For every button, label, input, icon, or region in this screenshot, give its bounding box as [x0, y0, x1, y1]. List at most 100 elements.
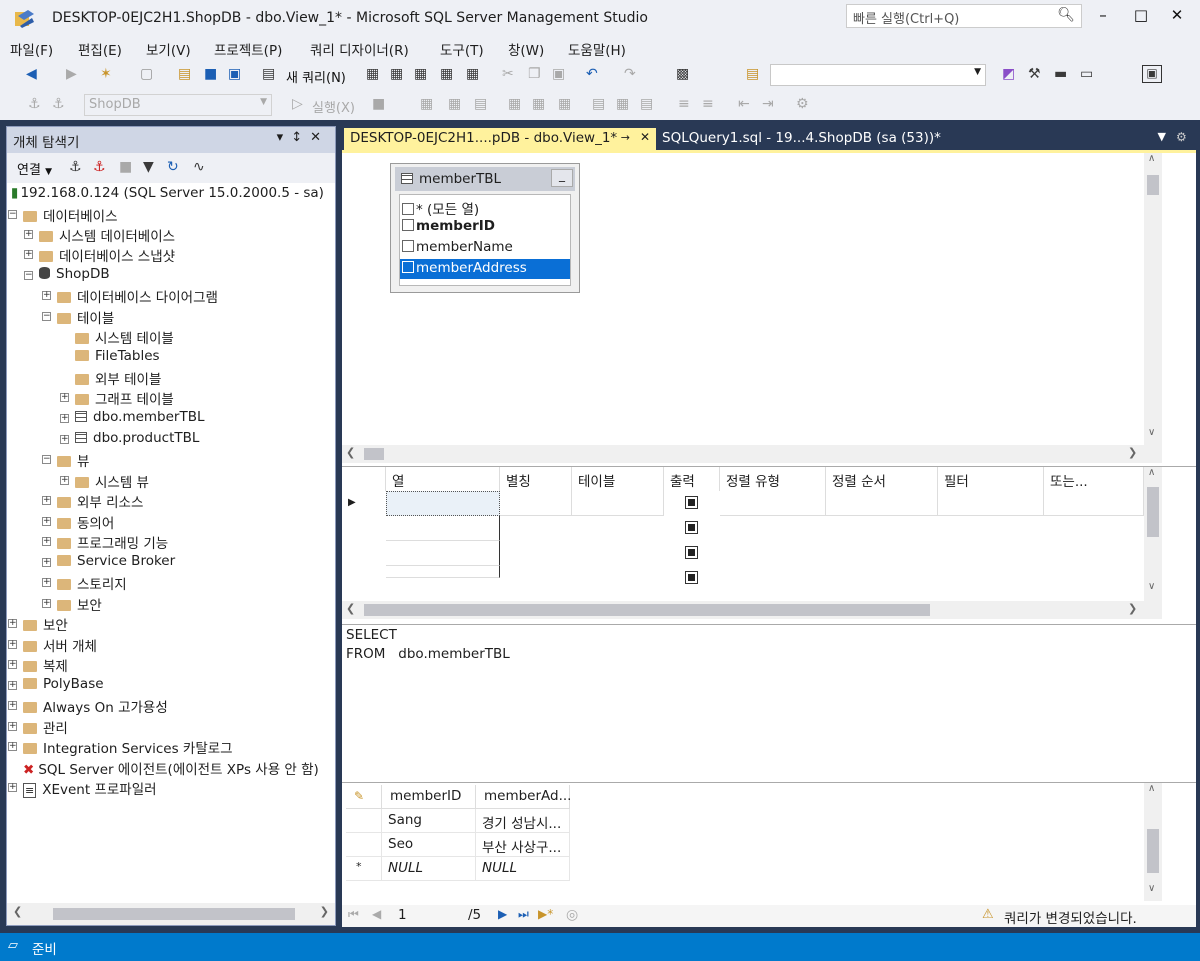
tree-system-views-node[interactable]: + 시스템 뷰 [60, 471, 149, 491]
tree-shopdb-node[interactable]: − ShopDB [24, 266, 110, 286]
column-all[interactable]: * (모든 열) [400, 197, 570, 218]
find-combo[interactable]: ▼ [770, 64, 986, 86]
column-memberaddress[interactable]: memberAddress [400, 259, 570, 279]
vertical-scrollbar[interactable]: ∧ ∨ [1144, 783, 1162, 901]
toolbox-icon[interactable]: ▬ [1054, 66, 1067, 82]
layout-icon[interactable]: ▣ [1142, 65, 1162, 83]
tree-programmability-node[interactable]: + 프로그래밍 기능 [42, 532, 168, 552]
tree-databases-node[interactable]: − 데이터베이스 [8, 205, 118, 225]
collapse-icon[interactable]: − [8, 210, 17, 219]
results-cell[interactable]: 부산 사상구... [476, 833, 570, 857]
paste-icon[interactable]: ▣ [552, 66, 565, 82]
grid-cell[interactable] [826, 491, 938, 516]
add-item-icon[interactable]: ▢ [140, 66, 153, 82]
results-text-icon[interactable]: ▤ [592, 96, 605, 112]
results-grid-icon[interactable]: ▦ [616, 96, 629, 112]
expand-icon[interactable]: + [8, 783, 17, 792]
back-icon[interactable]: ◀ [26, 66, 37, 82]
quick-launch-input[interactable]: 빠른 실행(Ctrl+Q) 🔍︎ [846, 4, 1082, 28]
vertical-scrollbar[interactable]: ∧ ∨ [1144, 467, 1162, 601]
new-query-icon[interactable]: ▤ [262, 66, 275, 82]
expand-icon[interactable]: + [8, 701, 17, 710]
scrollbar-thumb[interactable] [1147, 829, 1159, 873]
tree-producttbl-node[interactable]: + dbo.productTBL [60, 430, 199, 450]
terminal-icon[interactable]: ▭ [1080, 66, 1093, 82]
xmla-query-icon[interactable]: ▦ [440, 66, 453, 82]
menu-edit[interactable]: 편집(E) [78, 39, 122, 59]
grid-cell[interactable] [572, 491, 664, 516]
collapse-icon[interactable]: − [42, 312, 51, 321]
tree-database-snapshots-node[interactable]: + 데이터베이스 스냅샷 [24, 245, 175, 265]
output-checkbox[interactable] [685, 496, 698, 509]
maximize-button[interactable]: □ [1126, 6, 1156, 28]
tree-integration-services-node[interactable]: + Integration Services 카탈로그 [8, 737, 233, 757]
grid-cell[interactable] [720, 491, 826, 516]
expand-icon[interactable]: + [8, 660, 17, 669]
tree-storage-node[interactable]: + 스토리지 [42, 573, 127, 593]
scroll-right-icon[interactable]: ❯ [1128, 602, 1137, 615]
execute-icon[interactable]: ▷ [292, 96, 303, 112]
expand-icon[interactable]: + [8, 681, 17, 690]
dax-query-icon[interactable]: ▦ [466, 66, 479, 82]
collapse-icon[interactable]: − [42, 455, 51, 464]
tree-replication-node[interactable]: + 복제 [8, 655, 68, 675]
menu-help[interactable]: 도움말(H) [568, 39, 626, 59]
grid-cell[interactable] [1044, 491, 1144, 516]
expand-icon[interactable]: + [42, 599, 51, 608]
results-cell[interactable]: Seo [382, 833, 476, 857]
pin-icon[interactable]: → [621, 131, 630, 144]
connect-dropdown[interactable]: 연결 ▼ [17, 159, 52, 178]
results-cell[interactable]: NULL [382, 857, 476, 881]
horizontal-scrollbar[interactable]: ❮ ❯ [7, 903, 335, 925]
properties-wrench-icon[interactable]: ⚒ [1028, 66, 1041, 82]
tree-server-objects-node[interactable]: + 서버 개체 [8, 635, 97, 655]
save-all-icon[interactable]: ▣ [228, 66, 241, 82]
expand-icon[interactable]: + [8, 742, 17, 751]
scrollbar-thumb[interactable] [1147, 175, 1159, 195]
tree-membertbl-node[interactable]: + dbo.memberTBL [60, 409, 205, 429]
expand-icon[interactable]: + [8, 722, 17, 731]
scroll-down-icon[interactable]: ∨ [1148, 427, 1155, 438]
expand-icon[interactable]: + [42, 517, 51, 526]
tree-filetables-node[interactable]: FileTables [75, 348, 160, 368]
minimize-button[interactable]: – [1088, 6, 1118, 28]
db-engine-query-icon[interactable]: ▦ [366, 66, 379, 82]
save-icon[interactable]: ■ [204, 66, 217, 82]
grid-cell[interactable] [386, 516, 500, 541]
checkbox[interactable] [402, 240, 414, 252]
tree-agent-node[interactable]: ✖ SQL Server 에이전트(에이전트 XPs 사용 안 함) [23, 758, 319, 778]
expand-icon[interactable]: + [42, 291, 51, 300]
new-query-button[interactable]: 새 쿼리(N) [286, 67, 346, 86]
tab-list-icon[interactable]: ▼ [1158, 130, 1166, 143]
close-panel-icon[interactable]: ✕ [310, 130, 329, 145]
last-record-icon[interactable]: ⏭ [518, 907, 529, 922]
dmx-query-icon[interactable]: ▦ [414, 66, 427, 82]
tree-external-resources-node[interactable]: + 외부 리소스 [42, 491, 143, 511]
activity-monitor-icon[interactable]: ▩ [676, 66, 689, 82]
menu-query-designer[interactable]: 쿼리 디자이너(R) [310, 39, 409, 59]
refresh-icon[interactable]: ↻ [167, 159, 179, 175]
scroll-up-icon[interactable]: ∧ [1148, 783, 1155, 794]
current-record-input[interactable]: 1 [398, 907, 407, 923]
menu-project[interactable]: 프로젝트(P) [214, 39, 282, 59]
horizontal-scrollbar[interactable]: ❮ ❯ [342, 445, 1162, 463]
sql-pane[interactable]: SELECT FROM dbo.memberTBL [342, 624, 1196, 782]
menu-file[interactable]: 파일(F) [10, 39, 53, 59]
vs-icon[interactable]: ◩ [1002, 66, 1015, 82]
vertical-scrollbar[interactable]: ∧ ∨ [1144, 153, 1162, 445]
stop-icon[interactable]: ◎ [566, 907, 578, 923]
scrollbar-thumb[interactable] [1147, 487, 1159, 537]
menu-tools[interactable]: 도구(T) [440, 39, 484, 59]
minimize-table-button[interactable]: _ [551, 169, 573, 187]
table-box-membertbl[interactable]: memberTBL _ * (모든 열) memberID memberName… [390, 163, 580, 293]
client-stats-icon[interactable]: ▦ [558, 96, 571, 112]
scroll-left-icon[interactable]: ❮ [346, 602, 355, 615]
grid-cell[interactable] [386, 541, 500, 566]
filter-icon[interactable]: ▼ [143, 159, 154, 175]
results-header-memberid[interactable]: memberID [382, 785, 476, 809]
scroll-up-icon[interactable]: ∧ [1148, 467, 1155, 478]
tree-views-node[interactable]: − 뷰 [42, 450, 89, 470]
grid-cell[interactable] [386, 491, 500, 516]
cut-icon[interactable]: ✂ [502, 66, 514, 82]
tree-db-security-node[interactable]: + 보안 [42, 594, 102, 614]
